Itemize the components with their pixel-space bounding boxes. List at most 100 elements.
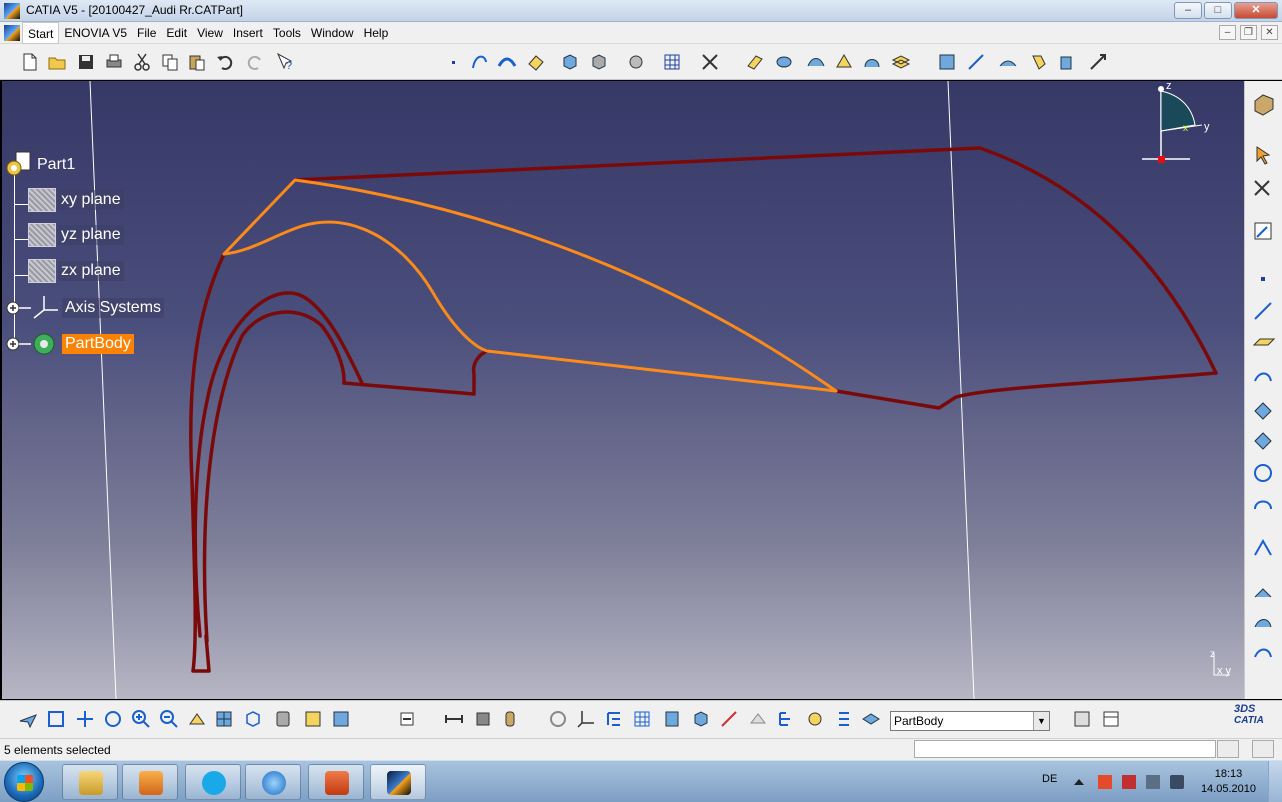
start-button[interactable] (4, 762, 44, 802)
extrude-icon[interactable] (745, 52, 765, 72)
menu-edit[interactable]: Edit (161, 22, 192, 44)
security-icon[interactable] (1122, 775, 1136, 789)
curve-bottom-rear[interactable] (834, 371, 1218, 410)
menu-file[interactable]: File (132, 22, 161, 44)
minimize-button[interactable]: – (1174, 2, 1202, 19)
structure-icon[interactable] (776, 709, 796, 729)
cut-icon[interactable] (132, 52, 152, 72)
paste-icon[interactable] (187, 52, 207, 72)
fly-mode-icon[interactable] (18, 709, 38, 729)
taskbar-explorer[interactable] (62, 764, 118, 800)
chevron-down-icon[interactable]: ▼ (1033, 712, 1049, 730)
point-icon[interactable] (443, 52, 463, 72)
axis-system-tool-icon[interactable] (576, 709, 596, 729)
join-icon[interactable] (937, 52, 957, 72)
curve-selected-upper[interactable] (222, 178, 838, 393)
command-input[interactable] (914, 740, 1216, 758)
fill-icon[interactable] (834, 52, 854, 72)
update-icon[interactable] (397, 709, 417, 729)
taskbar-skype[interactable] (185, 764, 241, 800)
undo-icon[interactable] (215, 52, 235, 72)
tree-root-part[interactable]: Part1 (4, 150, 78, 180)
tree-item-xy-plane[interactable]: xy plane (28, 188, 124, 212)
menu-tools[interactable]: Tools (268, 22, 306, 44)
point-tool-icon[interactable] (1261, 277, 1265, 281)
snap-icon[interactable] (700, 52, 720, 72)
close-button[interactable]: ✕ (1234, 2, 1278, 19)
help-pointer-icon[interactable]: ? (275, 52, 295, 72)
extract-icon[interactable] (1058, 52, 1078, 72)
corner-tool-icon[interactable] (1254, 500, 1272, 510)
transform-icon[interactable] (1088, 52, 1108, 72)
curve-top-edge[interactable] (293, 146, 982, 182)
taskbar-powerpoint[interactable] (308, 764, 364, 800)
tree-item-axis-systems[interactable]: Axis Systems (4, 294, 165, 322)
save-icon[interactable] (76, 52, 96, 72)
line-tool-icon[interactable] (1254, 302, 1272, 320)
split-icon[interactable] (966, 52, 986, 72)
doc-restore-button[interactable]: ❐ (1240, 25, 1257, 40)
select-arrow-icon[interactable] (1256, 146, 1271, 165)
cube-tool-icon[interactable] (691, 709, 711, 729)
offset-icon[interactable] (891, 52, 911, 72)
sweep-icon[interactable] (806, 52, 826, 72)
command-stop-button[interactable] (1252, 740, 1274, 758)
multi-view-icon[interactable] (214, 709, 234, 729)
curvature-icon[interactable] (1254, 648, 1272, 658)
tree-item-yz-plane[interactable]: yz plane (28, 223, 124, 247)
swap-visible-icon[interactable] (331, 709, 351, 729)
normal-view-icon[interactable] (187, 709, 207, 729)
curve-front-inner[interactable] (193, 291, 364, 638)
tree-item-partbody[interactable]: PartBody (4, 330, 134, 358)
projection-icon[interactable] (1254, 372, 1272, 382)
tree-tool-icon[interactable] (604, 709, 624, 729)
document-icon[interactable] (4, 25, 20, 41)
show-desktop-button[interactable] (1268, 761, 1282, 802)
command-list-button[interactable] (1217, 740, 1239, 758)
rotate-icon[interactable] (103, 709, 123, 729)
curve-sill[interactable] (342, 349, 489, 396)
shading-icon[interactable] (273, 709, 293, 729)
open-icon[interactable] (47, 52, 67, 72)
network-icon[interactable] (1146, 775, 1160, 789)
view-normal-icon[interactable] (589, 52, 609, 72)
menu-view[interactable]: View (192, 22, 228, 44)
layer-icon[interactable] (861, 709, 881, 729)
menu-window[interactable]: Window (306, 22, 359, 44)
analysis-icon[interactable] (1254, 588, 1272, 598)
sketch-analysis-icon[interactable] (626, 52, 646, 72)
parallel-curve-icon[interactable] (1254, 432, 1272, 450)
redo-icon[interactable] (245, 52, 265, 72)
print-icon[interactable] (104, 52, 124, 72)
sketch-icon[interactable] (1254, 222, 1272, 240)
boundary-icon[interactable] (1029, 52, 1049, 72)
new-icon[interactable] (20, 52, 40, 72)
arc-icon[interactable] (497, 52, 517, 72)
taskbar-catia[interactable] (370, 764, 426, 800)
snap-point-icon[interactable] (1254, 180, 1270, 196)
hybrid-design-icon[interactable] (548, 709, 568, 729)
plane-tool-icon[interactable] (1252, 338, 1276, 346)
show-hidden-icons-icon[interactable] (1074, 779, 1084, 785)
3d-viewport[interactable]: z x y (2, 81, 1244, 699)
volume-icon[interactable] (1170, 775, 1184, 789)
trim-icon[interactable] (998, 52, 1018, 72)
instantiate-icon[interactable] (1101, 709, 1121, 729)
menu-help[interactable]: Help (359, 22, 394, 44)
highlight-icon[interactable] (805, 709, 825, 729)
grid-tool-icon[interactable] (632, 709, 652, 729)
pan-icon[interactable] (75, 709, 95, 729)
zoom-out-icon[interactable] (159, 709, 179, 729)
doc-minimize-button[interactable]: – (1219, 25, 1236, 40)
curve-wheel-arch[interactable] (202, 310, 346, 643)
blend-icon[interactable] (862, 52, 882, 72)
connect-curve-icon[interactable] (1254, 538, 1272, 556)
fit-all-icon[interactable] (560, 52, 580, 72)
scissors-tool-icon[interactable] (719, 709, 739, 729)
revolve-icon[interactable] (774, 52, 794, 72)
doc-close-button[interactable]: ✕ (1261, 25, 1278, 40)
action-center-flag-icon[interactable] (1098, 775, 1112, 789)
copy-icon[interactable] (160, 52, 180, 72)
catalog-icon[interactable] (748, 709, 768, 729)
work-on-support-icon[interactable] (662, 709, 682, 729)
